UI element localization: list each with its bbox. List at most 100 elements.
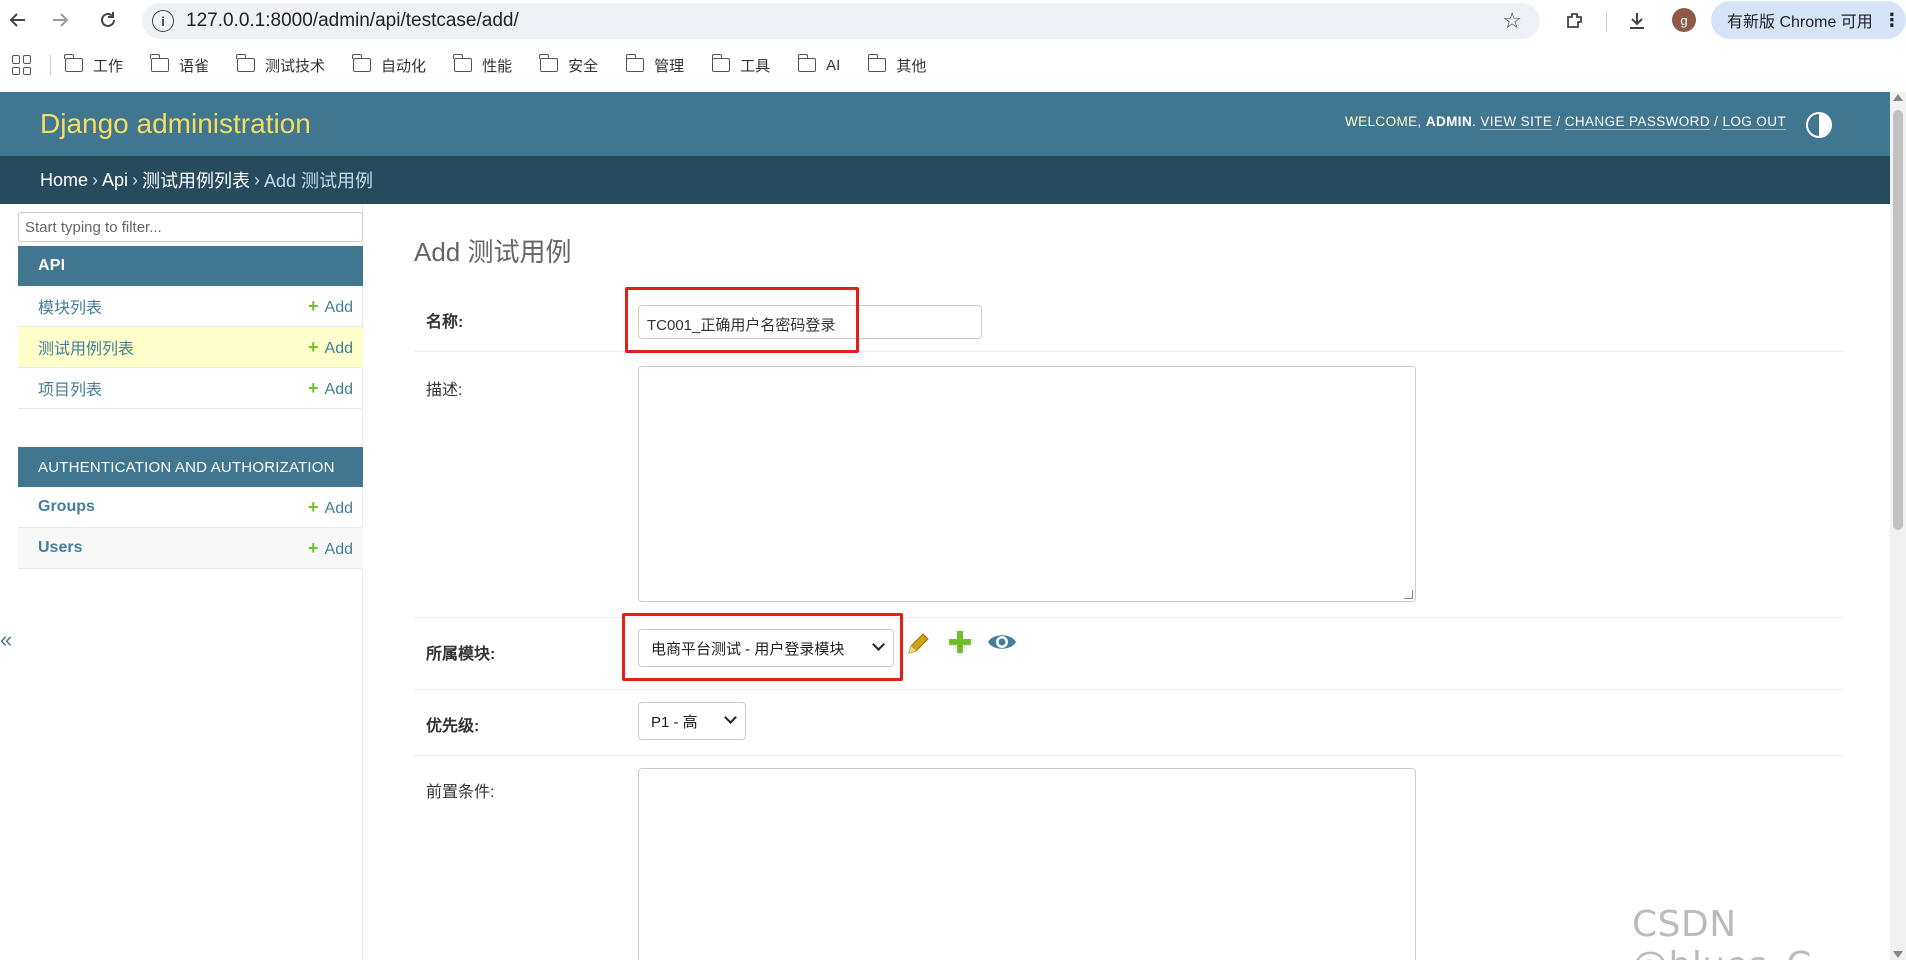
model-link[interactable]: 测试用例列表	[38, 335, 134, 359]
annotation-highlight	[625, 287, 859, 353]
site-info-icon[interactable]: i	[152, 10, 174, 32]
chrome-update-button[interactable]: 有新版 Chrome 可用 ⋮	[1711, 1, 1906, 39]
add-link[interactable]: + Add	[308, 337, 353, 358]
bookmark-folder[interactable]: AI	[797, 54, 841, 74]
plus-icon: +	[308, 538, 319, 558]
sidebar-item-testcases[interactable]: 测试用例列表 + Add	[18, 327, 363, 368]
description-textarea[interactable]	[638, 366, 1416, 602]
bookmark-folder[interactable]: 语雀	[150, 54, 210, 76]
back-arrow-icon[interactable]	[6, 8, 30, 32]
resize-grip-icon[interactable]	[1404, 590, 1413, 599]
priority-label: 优先级:	[426, 718, 480, 735]
change-password-link[interactable]: CHANGE PASSWORD	[1564, 114, 1710, 130]
watermark: CSDN @blues_C	[1632, 904, 1811, 960]
breadcrumb-home[interactable]: Home	[40, 170, 88, 191]
bookmark-label: AI	[826, 56, 841, 74]
extensions-icon[interactable]	[1562, 8, 1588, 34]
bookmarks-bar: 工作 语雀 测试技术 自动化 性能 安全 管理 工具 AI 其他	[0, 48, 1906, 82]
model-link[interactable]: 项目列表	[38, 376, 102, 400]
sidebar-item-projects[interactable]: 项目列表 + Add	[18, 368, 363, 409]
model-link[interactable]: 模块列表	[38, 294, 102, 318]
add-link[interactable]: + Add	[308, 538, 353, 559]
nav-sidebar: API 模块列表 +Add 测试用例列表 +Add 项目列表 +Add AUTH…	[18, 204, 363, 960]
name-label: 名称:	[426, 314, 464, 331]
bookmark-folder[interactable]: 性能	[453, 54, 513, 76]
module-caption[interactable]: AUTHENTICATION AND AUTHORIZATION	[18, 447, 363, 487]
theme-toggle-icon[interactable]	[1806, 112, 1832, 138]
scroll-up-arrow-icon[interactable]	[1893, 94, 1903, 101]
module-label: 所属模块:	[426, 646, 496, 663]
breadcrumb-current: Add 测试用例	[264, 171, 374, 191]
breadcrumb-separator: ›	[92, 169, 99, 190]
form-row-name: 名称: TC001_正确用户名密码登录	[414, 280, 1844, 353]
sidebar-item-groups[interactable]: Groups + Add	[18, 487, 363, 528]
update-label: 有新版 Chrome 可用	[1727, 14, 1873, 31]
priority-select[interactable]: P1 - 高	[638, 702, 746, 740]
bookmark-label: 性能	[482, 57, 513, 75]
scroll-thumb[interactable]	[1893, 110, 1903, 530]
bookmark-folder[interactable]: 工作	[64, 54, 123, 76]
bookmark-folder[interactable]: 其他	[867, 54, 927, 76]
reload-icon[interactable]	[96, 8, 120, 32]
bookmark-label: 其他	[896, 57, 927, 75]
model-link[interactable]: Groups	[38, 498, 95, 516]
bookmark-label: 管理	[654, 57, 685, 75]
bookmark-folder[interactable]: 工具	[711, 54, 770, 76]
sidebar-item-users[interactable]: Users + Add	[18, 528, 363, 569]
bookmark-folder[interactable]: 管理	[625, 54, 685, 76]
page-title: Add 测试用例	[414, 237, 572, 267]
add-link[interactable]: + Add	[308, 378, 353, 399]
sidebar-collapse-toggle[interactable]: «	[0, 627, 12, 653]
model-link[interactable]: Users	[38, 539, 82, 557]
download-icon[interactable]	[1624, 8, 1650, 34]
folder-icon	[150, 54, 170, 72]
bookmark-label: 自动化	[381, 57, 427, 75]
view-eye-icon[interactable]	[986, 630, 1018, 661]
plus-icon: +	[308, 378, 319, 398]
log-out-link[interactable]: LOG OUT	[1722, 114, 1786, 130]
sidebar-item-modules[interactable]: 模块列表 + Add	[18, 286, 363, 327]
edit-pencil-icon[interactable]	[904, 630, 932, 665]
sidebar-filter-input[interactable]	[18, 212, 363, 242]
menu-dots-icon[interactable]: ⋮	[1883, 10, 1901, 31]
forward-arrow-icon[interactable]	[48, 8, 72, 32]
breadcrumb-app[interactable]: Api	[102, 170, 128, 191]
breadcrumb-separator: ›	[132, 169, 139, 190]
form-row-precondition: 前置条件:	[414, 756, 1844, 960]
folder-icon	[539, 54, 559, 72]
username: ADMIN	[1425, 114, 1473, 129]
view-site-link[interactable]: VIEW SITE	[1480, 114, 1553, 130]
breadcrumb-model[interactable]: 测试用例列表	[142, 167, 250, 193]
module-caption[interactable]: API	[18, 246, 363, 286]
annotation-highlight	[622, 613, 903, 681]
address-bar[interactable]: i 127.0.0.1:8000/admin/api/testcase/add/…	[142, 3, 1540, 39]
profile-avatar[interactable]: g	[1672, 8, 1696, 32]
bookmark-label: 测试技术	[265, 57, 326, 75]
folder-icon	[711, 54, 731, 72]
site-branding[interactable]: Django administration	[40, 108, 311, 140]
breadcrumb-separator: ›	[254, 169, 261, 190]
form-row-module: 所属模块: 电商平台测试 - 用户登录模块	[414, 613, 1844, 690]
app-module-api: API 模块列表 + Add 测试用例列表 + Add 项目列表 + Add	[18, 246, 363, 409]
user-tools: WELCOME, ADMIN. VIEW SITE / CHANGE PASSW…	[1344, 114, 1786, 130]
folder-icon	[867, 54, 887, 72]
plus-icon: +	[308, 497, 319, 517]
add-link[interactable]: + Add	[308, 497, 353, 518]
bookmark-folder[interactable]: 自动化	[352, 54, 427, 76]
bookmark-star-icon[interactable]: ☆	[1502, 8, 1522, 34]
folder-icon	[797, 54, 817, 72]
add-link[interactable]: + Add	[308, 296, 353, 317]
bookmark-folder[interactable]: 安全	[539, 54, 598, 76]
apps-grid-icon[interactable]	[12, 55, 32, 75]
add-related-plus-icon[interactable]	[946, 628, 974, 663]
precondition-textarea[interactable]	[638, 768, 1416, 960]
bookmark-label: 语雀	[179, 57, 210, 75]
page-scrollbar[interactable]	[1890, 92, 1906, 960]
url-text[interactable]: 127.0.0.1:8000/admin/api/testcase/add/	[186, 10, 519, 32]
precondition-label: 前置条件:	[426, 784, 495, 801]
bookmark-folder[interactable]: 测试技术	[236, 54, 326, 76]
toolbar-divider	[1606, 12, 1607, 32]
folder-icon	[236, 54, 256, 72]
app-module-auth: AUTHENTICATION AND AUTHORIZATION Groups …	[18, 447, 363, 569]
bookmarks-divider	[50, 55, 51, 75]
